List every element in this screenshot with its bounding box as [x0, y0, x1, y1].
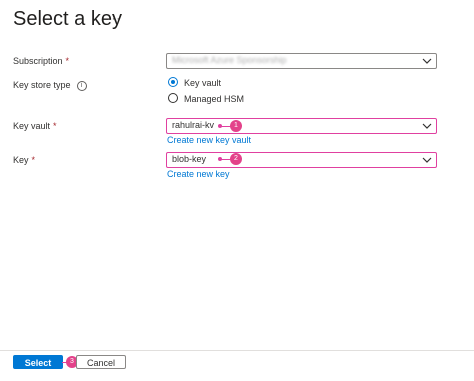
- key-dropdown[interactable]: blob-key: [166, 152, 437, 168]
- subscription-label-text: Subscription: [13, 56, 63, 66]
- required-marker: *: [65, 56, 70, 66]
- page-title: Select a key: [13, 8, 122, 30]
- required-marker: *: [53, 121, 57, 131]
- callout-badge-2: 2: [230, 153, 242, 165]
- key-store-type-label-text: Key store type: [13, 80, 71, 90]
- select-button[interactable]: Select: [13, 355, 63, 369]
- radio-managed-hsm-label[interactable]: Managed HSM: [184, 94, 244, 104]
- cancel-button[interactable]: Cancel: [76, 355, 126, 369]
- info-icon[interactable]: i: [76, 80, 87, 91]
- required-marker: *: [31, 155, 36, 165]
- subscription-value: Microsoft Azure Sponsorship: [172, 55, 287, 65]
- radio-managed-hsm[interactable]: [168, 93, 178, 103]
- radio-key-vault-label[interactable]: Key vault: [184, 78, 221, 88]
- subscription-label: Subscription *: [13, 56, 69, 66]
- key-label: Key *: [13, 155, 35, 165]
- chevron-down-icon: [422, 58, 432, 64]
- key-vault-value: rahulrai-kv: [172, 120, 215, 130]
- radio-key-vault[interactable]: [168, 77, 178, 87]
- subscription-dropdown[interactable]: Microsoft Azure Sponsorship: [166, 53, 437, 69]
- chevron-down-icon: [422, 123, 432, 129]
- key-label-text: Key: [13, 155, 29, 165]
- key-vault-label-text: Key vault: [13, 121, 51, 131]
- key-vault-dropdown[interactable]: rahulrai-kv: [166, 118, 437, 134]
- key-store-type-label: Key store type i: [13, 80, 87, 91]
- create-new-key-vault-link[interactable]: Create new key vault: [167, 135, 251, 145]
- chevron-down-icon: [422, 157, 432, 163]
- callout-badge-1: 1: [230, 120, 242, 132]
- key-vault-label: Key vault *: [13, 121, 57, 131]
- create-new-key-link[interactable]: Create new key: [167, 169, 230, 179]
- footer-divider: [0, 350, 474, 351]
- key-value: blob-key: [172, 154, 207, 164]
- more-icon[interactable]: ···: [107, 13, 121, 25]
